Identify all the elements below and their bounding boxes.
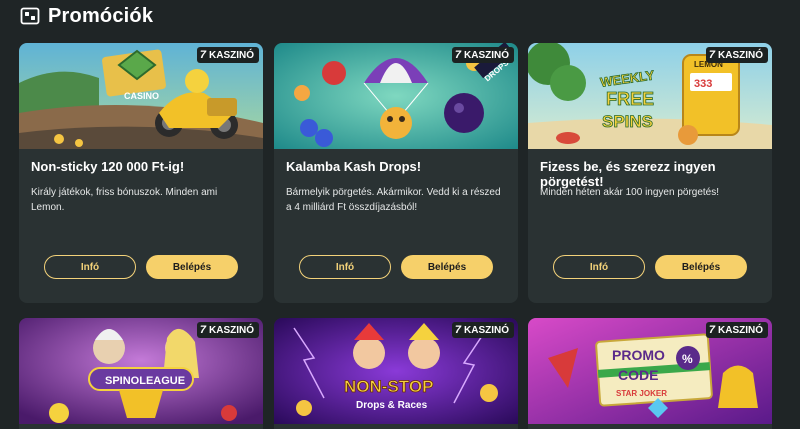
- seven-logo-icon: 7: [454, 324, 461, 336]
- promo-banner-image[interactable]: SPINOLEAGUE 7 KASZINÓ: [19, 318, 263, 424]
- page-header: Promóciók: [20, 4, 153, 28]
- promo-banner-image[interactable]: NON-STOP Drops & Races 7 KASZINÓ: [274, 318, 518, 424]
- banner-spins-text: SPINS: [602, 112, 653, 131]
- badge-label: KASZINÓ: [209, 324, 254, 336]
- promo-banner-image[interactable]: PROMO CODE STAR JOKER % 7 KASZINÓ: [528, 318, 772, 424]
- promo-banner-image[interactable]: LEMON 333 WEEKLY FREE SPINS 7 KASZINÓ: [528, 43, 772, 149]
- casino-badge: 7 KASZINÓ: [196, 47, 259, 63]
- card-title: Kalamba Kash Drops!: [286, 159, 422, 174]
- banner-promo-text: PROMO: [612, 347, 665, 363]
- badge-label: KASZINÓ: [718, 324, 763, 336]
- banner-free-text: FREE: [606, 89, 654, 109]
- promo-card-spinoleague[interactable]: SPINOLEAGUE 7 KASZINÓ: [19, 318, 263, 429]
- promo-icon: [20, 7, 40, 25]
- enter-button[interactable]: Belépés: [401, 255, 493, 279]
- casino-badge: 7 KASZINÓ: [451, 322, 514, 338]
- info-button[interactable]: Infó: [553, 255, 645, 279]
- card-title: Non-sticky 120 000 Ft-ig!: [31, 159, 185, 174]
- svg-text:%: %: [682, 352, 693, 366]
- banner-star-joker-text: STAR JOKER: [616, 389, 667, 398]
- casino-badge: 7 KASZINÓ: [705, 47, 768, 63]
- banner-drops-races-text: Drops & Races: [356, 400, 428, 411]
- promo-card-non-sticky[interactable]: CASINO 7 KASZINÓ Non-sticky 120 000 Ft-i…: [19, 43, 263, 303]
- card-description: Minden héten akár 100 ingyen pörgetés!: [540, 187, 720, 198]
- casino-badge: 7 KASZINÓ: [196, 322, 259, 338]
- badge-label: KASZINÓ: [209, 49, 254, 61]
- info-button[interactable]: Infó: [299, 255, 391, 279]
- seven-logo-icon: 7: [708, 49, 715, 61]
- badge-label: KASZINÓ: [718, 49, 763, 61]
- seven-logo-icon: 7: [199, 49, 206, 61]
- seven-logo-icon: 7: [708, 324, 715, 336]
- card-description: Király játékok, friss bónuszok. Minden a…: [31, 187, 218, 213]
- enter-button[interactable]: Belépés: [655, 255, 747, 279]
- banner-code-text: CODE: [618, 367, 658, 383]
- casino-badge: 7 KASZINÓ: [451, 47, 514, 63]
- promo-card-weekly-free-spins[interactable]: LEMON 333 WEEKLY FREE SPINS 7 KASZINÓ Fi…: [528, 43, 772, 303]
- seven-logo-icon: 7: [454, 49, 461, 61]
- svg-text:333: 333: [694, 78, 712, 90]
- page-title: Promóciók: [48, 4, 154, 27]
- banner-nonstop-text: NON-STOP: [344, 377, 433, 396]
- promo-card-non-stop[interactable]: NON-STOP Drops & Races 7 KASZINÓ: [274, 318, 518, 429]
- badge-label: KASZINÓ: [464, 49, 509, 61]
- seven-logo-icon: 7: [199, 324, 206, 336]
- casino-badge: 7 KASZINÓ: [705, 322, 768, 338]
- promo-banner-image[interactable]: CASINO 7 KASZINÓ: [19, 43, 263, 149]
- promo-card-kalamba[interactable]: DROPS 7 KASZINÓ Kalamba Kash Drops! Bárm…: [274, 43, 518, 303]
- promo-card-promo-code[interactable]: PROMO CODE STAR JOKER % 7 KASZINÓ: [528, 318, 772, 429]
- enter-button[interactable]: Belépés: [146, 255, 238, 279]
- card-description: Bármelyik pörgetés. Akármikor. Vedd ki a…: [286, 187, 501, 213]
- promo-banner-image[interactable]: DROPS 7 KASZINÓ: [274, 43, 518, 149]
- banner-spinoleague-text: SPINOLEAGUE: [105, 375, 185, 387]
- badge-label: KASZINÓ: [464, 324, 509, 336]
- banner-casino-text: CASINO: [124, 91, 159, 101]
- info-button[interactable]: Infó: [44, 255, 136, 279]
